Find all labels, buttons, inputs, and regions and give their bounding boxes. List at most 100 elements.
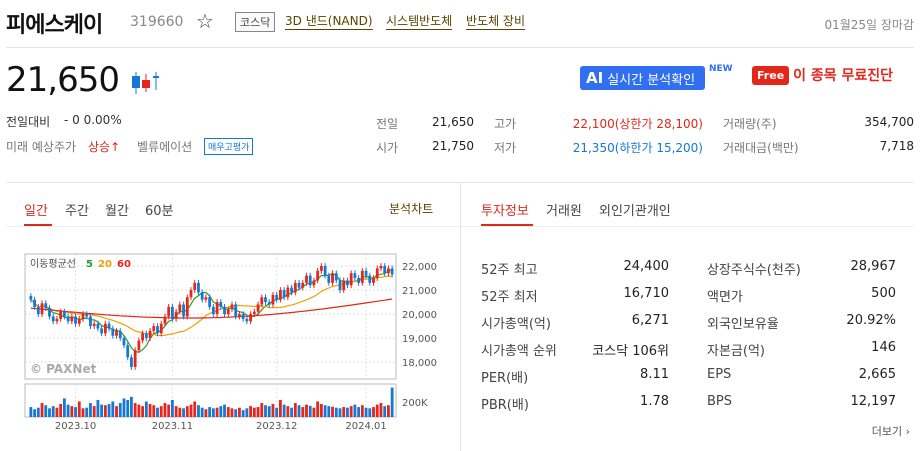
arrow-up-icon: ↑: [110, 140, 121, 154]
candle-body: [245, 318, 249, 322]
info-label: 외국인보유율: [707, 317, 779, 332]
ma-legend-60: 60: [117, 259, 131, 270]
info-label: PER(배): [481, 371, 529, 386]
candle-body: [219, 302, 223, 307]
tab-investment-info[interactable]: 투자정보: [481, 200, 529, 219]
volume-bar: [230, 408, 234, 417]
tab-daily[interactable]: 일간: [24, 200, 48, 219]
valuation-label: 벨류에이션: [137, 140, 193, 154]
candle-body: [249, 314, 253, 322]
info-value: 500: [871, 286, 896, 301]
volume-bar: [360, 405, 364, 417]
candle-body: [70, 316, 74, 322]
candle-body: [40, 303, 44, 315]
volume-bar: [241, 410, 245, 417]
y-tick-label: 18,000: [402, 358, 437, 369]
volume-bar: [126, 399, 130, 417]
volume-bar: [55, 407, 59, 417]
volume-bar: [238, 407, 241, 417]
tab-weekly[interactable]: 주간: [65, 200, 89, 219]
volume-bar: [40, 403, 44, 417]
candle-body: [66, 316, 70, 322]
candle-body: [230, 304, 234, 310]
candle-body: [185, 297, 189, 317]
y-tick-label: 19,000: [402, 334, 437, 345]
candle-body: [256, 304, 260, 312]
y-tick-label: 21,000: [402, 286, 437, 297]
volume-bar: [130, 396, 133, 417]
volume-bar: [163, 403, 167, 417]
volume-bar: [323, 405, 327, 417]
tab-investor-types[interactable]: 외인기관개인: [599, 200, 671, 219]
candle-body: [156, 326, 159, 334]
volume-bar: [92, 406, 96, 417]
valuation-badge[interactable]: 매우고평가: [204, 138, 254, 155]
prev-label: 전일: [376, 117, 399, 131]
candle-body: [107, 323, 111, 329]
candle-body: [390, 268, 394, 275]
volume-bar: [59, 403, 63, 417]
volume-bar: [74, 407, 77, 417]
theme-link-nand[interactable]: 3D 낸드(NAND): [285, 12, 373, 30]
info-label: 시가총액 순위: [481, 344, 557, 359]
volume-bar: [297, 405, 301, 417]
forecast-label: 미래 예상주가: [6, 140, 77, 154]
info-value: 8.11: [640, 367, 669, 382]
candle-body: [74, 316, 77, 324]
candle-body: [200, 292, 204, 300]
volume-bar: [353, 404, 357, 417]
candle-body: [375, 268, 379, 279]
ai-analysis-button[interactable]: AI 실시간 분석확인: [580, 66, 705, 90]
info-value: 24,400: [623, 259, 670, 274]
volume-bar: [115, 406, 118, 417]
candle-body: [252, 311, 256, 315]
candle-body: [77, 318, 81, 324]
candle-body: [346, 280, 349, 286]
volume-bar: [319, 403, 323, 417]
ai-analysis-label: 실시간 분석확인: [607, 72, 696, 88]
star-outline-icon[interactable]: ☆: [196, 9, 214, 33]
volume-bar: [118, 403, 122, 417]
volume-bar: [211, 408, 215, 417]
tab-monthly[interactable]: 월간: [105, 200, 129, 219]
volume-bar: [197, 405, 200, 417]
volume-bar: [44, 405, 48, 417]
info-label: 52주 최저: [481, 290, 538, 305]
candle-body: [174, 311, 178, 319]
candle-body: [36, 306, 40, 315]
volume-bar: [275, 407, 279, 417]
candle-body: [189, 290, 193, 298]
volume-bar: [312, 407, 316, 417]
candle-body: [275, 294, 279, 300]
theme-link-system-semiconductor[interactable]: 시스템반도체: [386, 12, 453, 30]
analysis-chart-link[interactable]: 분석차트: [389, 200, 433, 217]
volume-bar: [182, 408, 185, 417]
volume-bar: [349, 406, 353, 417]
volume-bar: [156, 407, 159, 417]
low-label: 저가: [494, 141, 517, 155]
tab-bar-line: [6, 226, 460, 227]
info-label: BPS: [707, 394, 733, 409]
candle-body: [271, 294, 275, 305]
candle-body: [59, 311, 63, 319]
price-chart[interactable]: 22,000 21,000 20,000 19,000 18,000 200K 2023.1…: [24, 253, 438, 431]
volume-bar: [249, 406, 253, 417]
volume-bar: [174, 406, 178, 417]
tab-brokers[interactable]: 거래원: [546, 200, 582, 219]
candle-body: [223, 306, 226, 315]
forecast-value[interactable]: 상승↑: [88, 138, 120, 155]
volume-bar: [357, 407, 361, 417]
theme-link-semiconductor-equipment[interactable]: 반도체 장비: [466, 12, 526, 30]
x-tick-label: 2023.11: [152, 421, 193, 431]
tab-60min[interactable]: 60분: [145, 200, 174, 219]
volume-bar: [51, 406, 55, 417]
more-link-label: 더보기: [871, 425, 903, 438]
free-diagnosis-button[interactable]: Free 이 종목 무료진단: [752, 65, 893, 85]
volume-bar: [338, 408, 342, 417]
volume-bar: [293, 403, 297, 417]
change-label: 전일대비: [6, 115, 51, 129]
candle-body: [126, 345, 130, 358]
candle-body: [122, 338, 126, 346]
more-link[interactable]: 더보기 ›: [872, 423, 910, 439]
ai-icon: AI: [586, 69, 604, 87]
